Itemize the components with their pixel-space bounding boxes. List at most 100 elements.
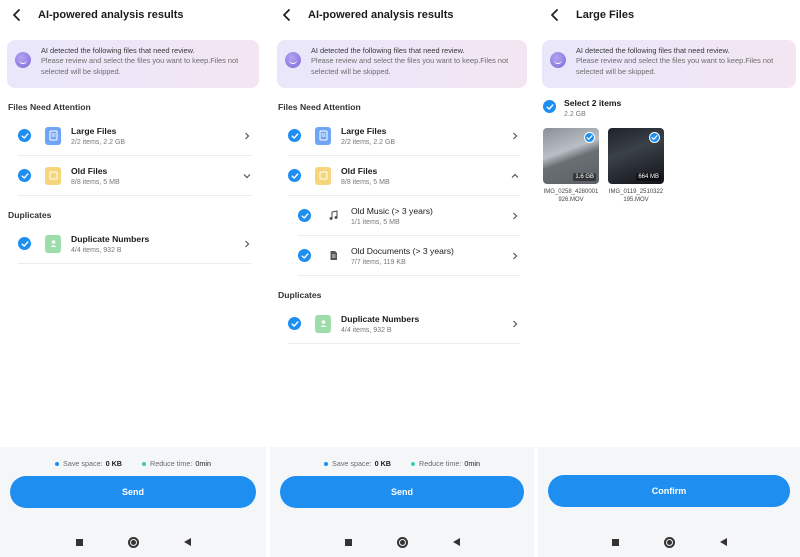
check-icon: [21, 172, 28, 179]
back-arrow-icon: [13, 9, 20, 21]
back-nav-icon[interactable]: [452, 538, 460, 546]
document-icon: [325, 247, 341, 265]
save-space-label: Save space:: [332, 459, 372, 468]
recents-nav-icon[interactable]: [75, 538, 83, 546]
stats-row: Save space: 0 KB Reduce time: 0min: [0, 459, 266, 468]
ai-assistant-icon: [550, 52, 566, 68]
music-note-icon: [325, 207, 341, 225]
page-title: AI-powered analysis results: [308, 9, 454, 21]
document-file-icon: [45, 126, 61, 145]
thumbnail-filename: IMG_0258_4280001926.MOV: [543, 189, 599, 203]
thumbnail-item[interactable]: 1.6 GB IMG_0258_4280001926.MOV: [543, 128, 599, 204]
banner-line-1: AI detected the following files that nee…: [576, 46, 730, 55]
category-title: Duplicate Numbers: [341, 313, 420, 324]
category-title: Large Files: [71, 125, 117, 136]
video-thumbnail[interactable]: 664 MB: [608, 128, 664, 184]
chevron-right-icon: [510, 319, 520, 329]
page-title: Large Files: [576, 9, 635, 21]
thumbnail-item[interactable]: 664 MB IMG_0119_2510322195.MOV: [608, 128, 664, 204]
header: AI-powered analysis results: [270, 0, 534, 30]
category-old-files[interactable]: Old Files 8/8 items, 5 MB: [18, 156, 252, 196]
category-title: Old Files: [71, 165, 108, 176]
chevron-down-icon[interactable]: [242, 171, 252, 181]
checkbox-checked[interactable]: [288, 169, 301, 182]
folder-icon: [45, 166, 61, 185]
back-arrow-icon: [551, 9, 558, 21]
folder-icon: [315, 166, 331, 185]
category-subtitle: 2/2 items, 2.2 GB: [341, 138, 396, 146]
thumbnail-checkbox[interactable]: [584, 132, 595, 143]
ai-banner: AI detected the following files that nee…: [7, 40, 259, 88]
checkbox-checked[interactable]: [18, 169, 31, 182]
recents-nav-icon[interactable]: [344, 538, 352, 546]
category-subtitle: 2/2 items, 2.2 GB: [71, 138, 126, 146]
select-all-row[interactable]: Select 2 items 2.2 GB: [543, 98, 800, 118]
check-icon: [651, 135, 658, 140]
select-all-checkbox[interactable]: [543, 100, 556, 113]
checkbox-checked[interactable]: [18, 237, 31, 250]
select-size-label: 2.2 GB: [564, 111, 586, 118]
section-files-need-attention: Files Need Attention: [8, 102, 91, 112]
document-file-icon: [315, 126, 331, 145]
header: AI-powered analysis results: [0, 0, 266, 30]
bottom-panel: Save space: 0 KB Reduce time: 0min Send: [270, 447, 534, 557]
banner-line-2: Please review and select the files you w…: [41, 56, 239, 76]
category-subtitle: 8/8 items, 5 MB: [341, 178, 390, 186]
category-old-files[interactable]: Old Files 8/8 items, 5 MB: [288, 156, 520, 196]
back-button[interactable]: [278, 6, 296, 24]
chevron-right-icon: [510, 211, 520, 221]
chevron-up-icon[interactable]: [510, 171, 520, 181]
check-icon: [546, 103, 553, 110]
category-large-files[interactable]: Large Files 2/2 items, 2.2 GB: [288, 116, 520, 156]
home-nav-icon[interactable]: [396, 536, 408, 548]
banner-line-2: Please review and select the files you w…: [311, 56, 509, 76]
category-subtitle: 4/4 items, 932 B: [341, 326, 392, 334]
confirm-button[interactable]: Confirm: [548, 475, 790, 507]
checkbox-checked[interactable]: [288, 317, 301, 330]
category-duplicate-numbers[interactable]: Duplicate Numbers 4/4 items, 932 B: [18, 224, 252, 264]
check-icon: [291, 320, 298, 327]
back-button[interactable]: [8, 6, 26, 24]
system-nav-bar: [0, 527, 266, 557]
video-thumbnail[interactable]: 1.6 GB: [543, 128, 599, 184]
ai-assistant-icon: [15, 52, 31, 68]
thumbnail-size: 1.6 GB: [573, 173, 596, 181]
check-icon: [21, 132, 28, 139]
section-files-need-attention: Files Need Attention: [278, 102, 361, 112]
back-arrow-icon: [283, 9, 290, 21]
save-space-value: 0 KB: [374, 459, 391, 468]
bottom-panel: Save space: 0 KB Reduce time: 0min Send: [0, 447, 266, 557]
screen-analysis-collapsed: AI-powered analysis results AI detected …: [0, 0, 266, 557]
banner-line-1: AI detected the following files that nee…: [41, 46, 195, 55]
home-nav-icon[interactable]: [663, 536, 675, 548]
chevron-right-icon: [242, 131, 252, 141]
checkbox-checked[interactable]: [18, 129, 31, 142]
checkbox-checked[interactable]: [298, 249, 311, 262]
checkbox-checked[interactable]: [288, 129, 301, 142]
check-icon: [301, 212, 308, 219]
subcategory-old-music[interactable]: Old Music (> 3 years) 1/1 items, 5 MB: [298, 196, 520, 236]
chevron-right-icon: [242, 239, 252, 249]
checkbox-checked[interactable]: [298, 209, 311, 222]
screen-large-files: Large Files AI detected the following fi…: [538, 0, 800, 557]
category-subtitle: 8/8 items, 5 MB: [71, 178, 120, 186]
chevron-right-icon: [510, 251, 520, 261]
category-duplicate-numbers[interactable]: Duplicate Numbers 4/4 items, 932 B: [288, 304, 520, 344]
back-nav-icon[interactable]: [719, 538, 727, 546]
send-button[interactable]: Send: [280, 476, 524, 508]
thumbnail-checkbox[interactable]: [649, 132, 660, 143]
recents-nav-icon[interactable]: [611, 538, 619, 546]
send-button[interactable]: Send: [10, 476, 256, 508]
home-nav-icon[interactable]: [127, 536, 139, 548]
back-button[interactable]: [546, 6, 564, 24]
category-large-files[interactable]: Large Files 2/2 items, 2.2 GB: [18, 116, 252, 156]
subcategory-subtitle: 1/1 items, 5 MB: [351, 218, 400, 226]
banner-line-2: Please review and select the files you w…: [576, 56, 774, 76]
page-title: AI-powered analysis results: [38, 9, 184, 21]
stats-row: Save space: 0 KB Reduce time: 0min: [270, 459, 534, 468]
reduce-time-label: Reduce time:: [419, 459, 462, 468]
save-space-value: 0 KB: [105, 459, 122, 468]
thumbnail-size: 664 MB: [636, 173, 661, 181]
back-nav-icon[interactable]: [183, 538, 191, 546]
subcategory-old-documents[interactable]: Old Documents (> 3 years) 7/7 items, 119…: [298, 236, 520, 276]
